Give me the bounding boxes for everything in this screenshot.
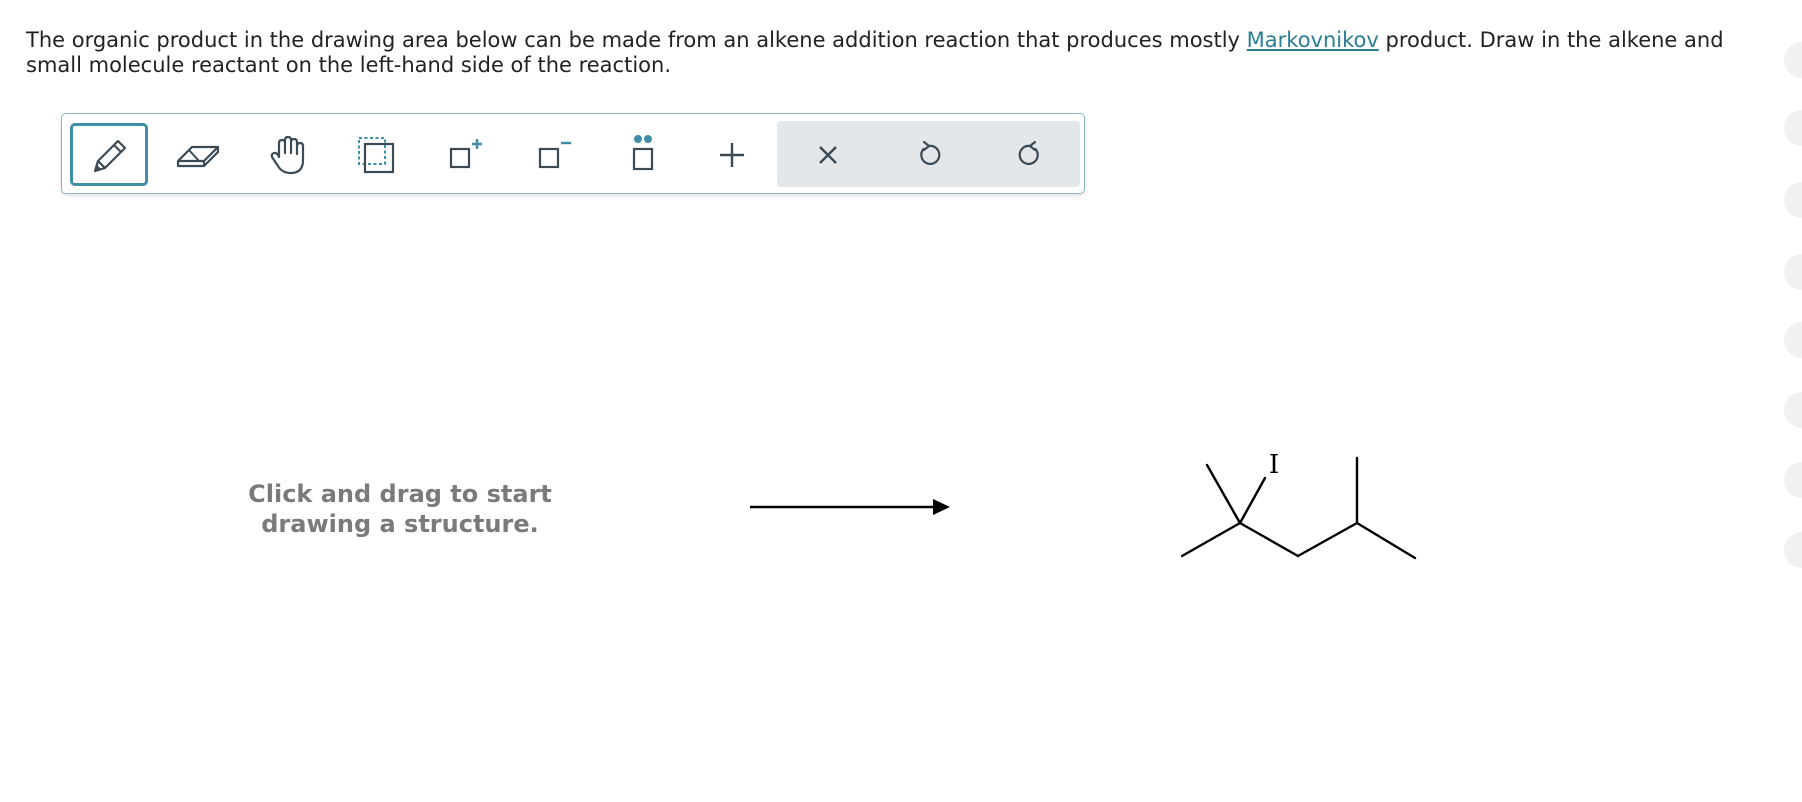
charge-minus-icon (538, 141, 571, 168)
undo-button[interactable] (890, 123, 968, 186)
side-control (1784, 182, 1802, 218)
drawing-toolbar (61, 113, 1085, 194)
plus-icon (720, 142, 744, 167)
close-icon (819, 145, 837, 164)
side-control (1784, 254, 1802, 290)
hand-icon (270, 135, 305, 174)
lone-pair-icon (632, 134, 654, 170)
question-text-start: The organic product in the drawing area … (26, 28, 1247, 52)
lone-pair-button[interactable] (604, 123, 682, 186)
bond (1238, 521, 1300, 558)
erase-tool-button[interactable] (159, 123, 237, 186)
bond (1180, 521, 1242, 558)
side-control (1784, 42, 1802, 78)
pencil-icon (93, 139, 127, 172)
bond (1238, 476, 1267, 525)
side-control (1784, 110, 1802, 146)
decrease-charge-button[interactable] (515, 123, 593, 186)
side-control (1784, 392, 1802, 428)
redo-icon (1018, 140, 1039, 165)
increase-charge-button[interactable] (426, 123, 504, 186)
draw-tool-button[interactable] (70, 123, 148, 186)
redo-button[interactable] (991, 123, 1069, 186)
add-reagent-button[interactable] (693, 123, 771, 186)
charge-plus-icon (449, 138, 482, 168)
question-prompt: The organic product in the drawing area … (26, 28, 1756, 78)
undo-icon (920, 140, 941, 165)
bond (1205, 463, 1242, 525)
product-structure[interactable]: I (1170, 440, 1430, 570)
side-control (1784, 462, 1802, 498)
markovnikov-link[interactable]: Markovnikov (1247, 28, 1379, 52)
side-control (1784, 532, 1802, 568)
side-control (1784, 322, 1802, 358)
reaction-arrow (750, 499, 950, 515)
eraser-icon (176, 145, 220, 167)
select-tool-button[interactable] (337, 123, 415, 186)
iodine-atom-label[interactable]: I (1269, 450, 1279, 480)
lasso-select-icon (358, 136, 395, 173)
drawing-placeholder: Click and drag to start drawing a structu… (248, 480, 552, 538)
clear-button[interactable] (789, 123, 867, 186)
move-tool-button[interactable] (248, 123, 326, 186)
bond (1355, 521, 1417, 560)
bond (1296, 521, 1359, 558)
